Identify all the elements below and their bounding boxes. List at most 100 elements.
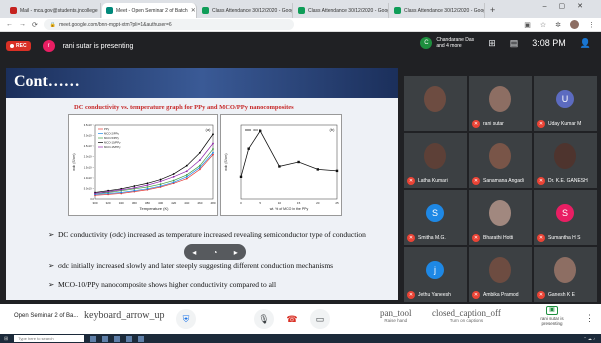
- meeting-details-toggle[interactable]: keyboard_arrow_up: [84, 310, 165, 321]
- layout-icon[interactable]: ⊞: [488, 38, 496, 49]
- data-point: [146, 182, 149, 185]
- x-tick-label: 400: [158, 201, 163, 205]
- data-point: [172, 173, 175, 175]
- participant-name-tag: ✕ Latha Kumari: [407, 177, 448, 185]
- new-tab-button[interactable]: +: [490, 3, 495, 18]
- participant-tile[interactable]: ✕ Ganesh K E: [534, 247, 597, 302]
- mic-icon[interactable]: 🎙: [254, 309, 274, 329]
- profile-avatar[interactable]: [570, 20, 579, 29]
- end-call-icon[interactable]: ☎: [282, 309, 302, 329]
- participant-name-tag: ✕ Sanamana Angadi: [472, 177, 524, 185]
- mic-muted-icon: ✕: [407, 177, 415, 185]
- x-tick-label: 420: [171, 201, 176, 205]
- back-icon[interactable]: ←: [6, 21, 13, 28]
- panel-label: (b): [330, 127, 336, 132]
- participant-tile[interactable]: U ✕ Uday Kumar M: [534, 76, 597, 131]
- data-point: [159, 183, 162, 186]
- participant-name: Smitha M.G.: [418, 235, 446, 241]
- close-tab-icon[interactable]: ✕: [191, 7, 196, 14]
- data-point: [212, 148, 214, 150]
- chat-icon[interactable]: ▤: [510, 38, 519, 49]
- participant-name: Dr. K.E. GANESH: [548, 178, 588, 184]
- participant-tile[interactable]: j ✕ Jethu Yaneesh: [404, 247, 467, 302]
- present-caption: rani sutar is presenting: [540, 316, 564, 326]
- x-tick-label: 340: [119, 201, 124, 205]
- browser-tab[interactable]: Class Attendance 30/12/2020 - Google✕: [390, 3, 485, 18]
- options-icon[interactable]: ◔: [213, 248, 218, 257]
- meeting-title[interactable]: Open Seminar 2 of Ba...: [14, 313, 78, 319]
- star-icon[interactable]: ☆: [540, 21, 546, 29]
- participant-photo: [489, 86, 511, 112]
- participant-photo: [554, 257, 576, 283]
- forward-icon[interactable]: →: [19, 21, 26, 28]
- data-point: [120, 188, 123, 191]
- participant-name: Jethu Yaneesh: [418, 292, 451, 298]
- participant-tile[interactable]: ✕ rani sutar: [469, 76, 532, 131]
- data-point: [185, 164, 188, 167]
- participant-tile[interactable]: ✕ Sanamana Angadi: [469, 133, 532, 188]
- data-point: [172, 179, 175, 182]
- participant-name: Ambika Pramod: [483, 292, 519, 298]
- participant-tile[interactable]: S ✕ Smitha M.G.: [404, 190, 467, 245]
- mic-muted-icon: ✕: [407, 291, 415, 299]
- data-point: [120, 191, 123, 194]
- browser-tab-strip: Mail - mca.gov@students.jncollege✕Meet -…: [0, 0, 601, 18]
- tab-favicon-icon: [394, 7, 401, 14]
- data-point: [172, 181, 175, 184]
- browser-tab[interactable]: Class Attendance 30/12/2020 - Google✕: [198, 3, 293, 18]
- slide-controls[interactable]: ◂ ◔ ▸: [184, 244, 246, 260]
- chart-a-svg: 300 320 340 360 380 400 420 440 460 480 0.0 5.0x10⁻…: [72, 123, 216, 211]
- system-tray[interactable]: ⌃ ☁ ♪: [583, 336, 595, 341]
- data-point: [146, 187, 149, 190]
- participant-tile[interactable]: ✕ Ambika Pramod: [469, 247, 532, 302]
- meet-control-bar: Open Seminar 2 of Ba... keyboard_arrow_u…: [0, 304, 601, 334]
- window-controls[interactable]: –▢✕: [543, 2, 595, 10]
- data-point: [133, 189, 136, 192]
- present-now-button[interactable]: ▣ rani sutar is presenting: [532, 306, 572, 326]
- windows-start-icon[interactable]: ⊞: [4, 336, 8, 342]
- menu-icon[interactable]: ⋮: [588, 21, 595, 29]
- x-tick-label: 320: [106, 201, 111, 205]
- tab-favicon-icon: [298, 7, 305, 14]
- captions-button[interactable]: closed_caption_off Turn on captions: [432, 308, 501, 323]
- participant-tile[interactable]: S ✕ Sumantha H S: [534, 190, 597, 245]
- previous-icon[interactable]: ◂: [192, 248, 196, 257]
- reload-icon[interactable]: ⟳: [32, 21, 38, 29]
- taskbar-search[interactable]: Type here to search: [14, 335, 85, 342]
- url-field[interactable]: 🔒 meet.google.com/bnn-mgpt-xtm?pli=1&aut…: [43, 19, 294, 30]
- data-point: [159, 185, 162, 187]
- data-point: [198, 164, 201, 167]
- presenter-avatar: r: [42, 40, 55, 52]
- participant-tile[interactable]: ✕ Dr. K.E. GANESH: [534, 133, 597, 188]
- participant-photo: [424, 143, 446, 169]
- mic-muted-icon: ✕: [537, 291, 545, 299]
- data-point: [133, 187, 136, 189]
- taskbar-apps[interactable]: [90, 335, 145, 342]
- camera-icon[interactable]: ▣: [524, 21, 531, 29]
- shield-icon[interactable]: ⛨: [176, 309, 196, 329]
- series-line: [94, 154, 214, 196]
- x-tick-label: 300: [92, 201, 97, 205]
- browser-tab[interactable]: Class Attendance 30/12/2020 - Google✕: [294, 3, 389, 18]
- participant-name-tag: ✕ Uday Kumar M: [537, 120, 581, 128]
- tab-label: Class Attendance 30/12/2020 - Google: [308, 7, 389, 14]
- y-tick-label: 1.0x10⁻⁴: [84, 176, 94, 180]
- participant-tile[interactable]: [404, 76, 467, 131]
- participants-summary[interactable]: C Chandarane Das and 4 more: [420, 37, 474, 49]
- y-tick-label: 2.0x10⁻⁴: [84, 155, 94, 159]
- browser-tab[interactable]: Meet - Open Seminar 2 of Batch ✕: [102, 3, 197, 18]
- next-icon[interactable]: ▸: [234, 248, 238, 257]
- extensions-icon[interactable]: ✲: [555, 21, 561, 29]
- browser-tab[interactable]: Mail - mca.gov@students.jncollege✕: [6, 3, 101, 18]
- participant-tile[interactable]: ✕ Latha Kumari: [404, 133, 467, 188]
- camera-off-icon[interactable]: ▭: [310, 309, 330, 329]
- raise-hand-button[interactable]: pan_tool Raise hand: [380, 308, 412, 323]
- tab-favicon-icon: [10, 7, 17, 14]
- clock: 3:08 PM: [532, 38, 566, 48]
- participant-tile[interactable]: ✕ Bharathi Hotti: [469, 190, 532, 245]
- participant-avatar: C: [420, 37, 433, 49]
- people-icon[interactable]: 👤: [580, 38, 591, 49]
- tab-label: Class Attendance 30/12/2020 - Google: [404, 7, 485, 14]
- x-tick-label: 10: [278, 201, 282, 205]
- more-options-icon[interactable]: ⋮: [585, 313, 594, 324]
